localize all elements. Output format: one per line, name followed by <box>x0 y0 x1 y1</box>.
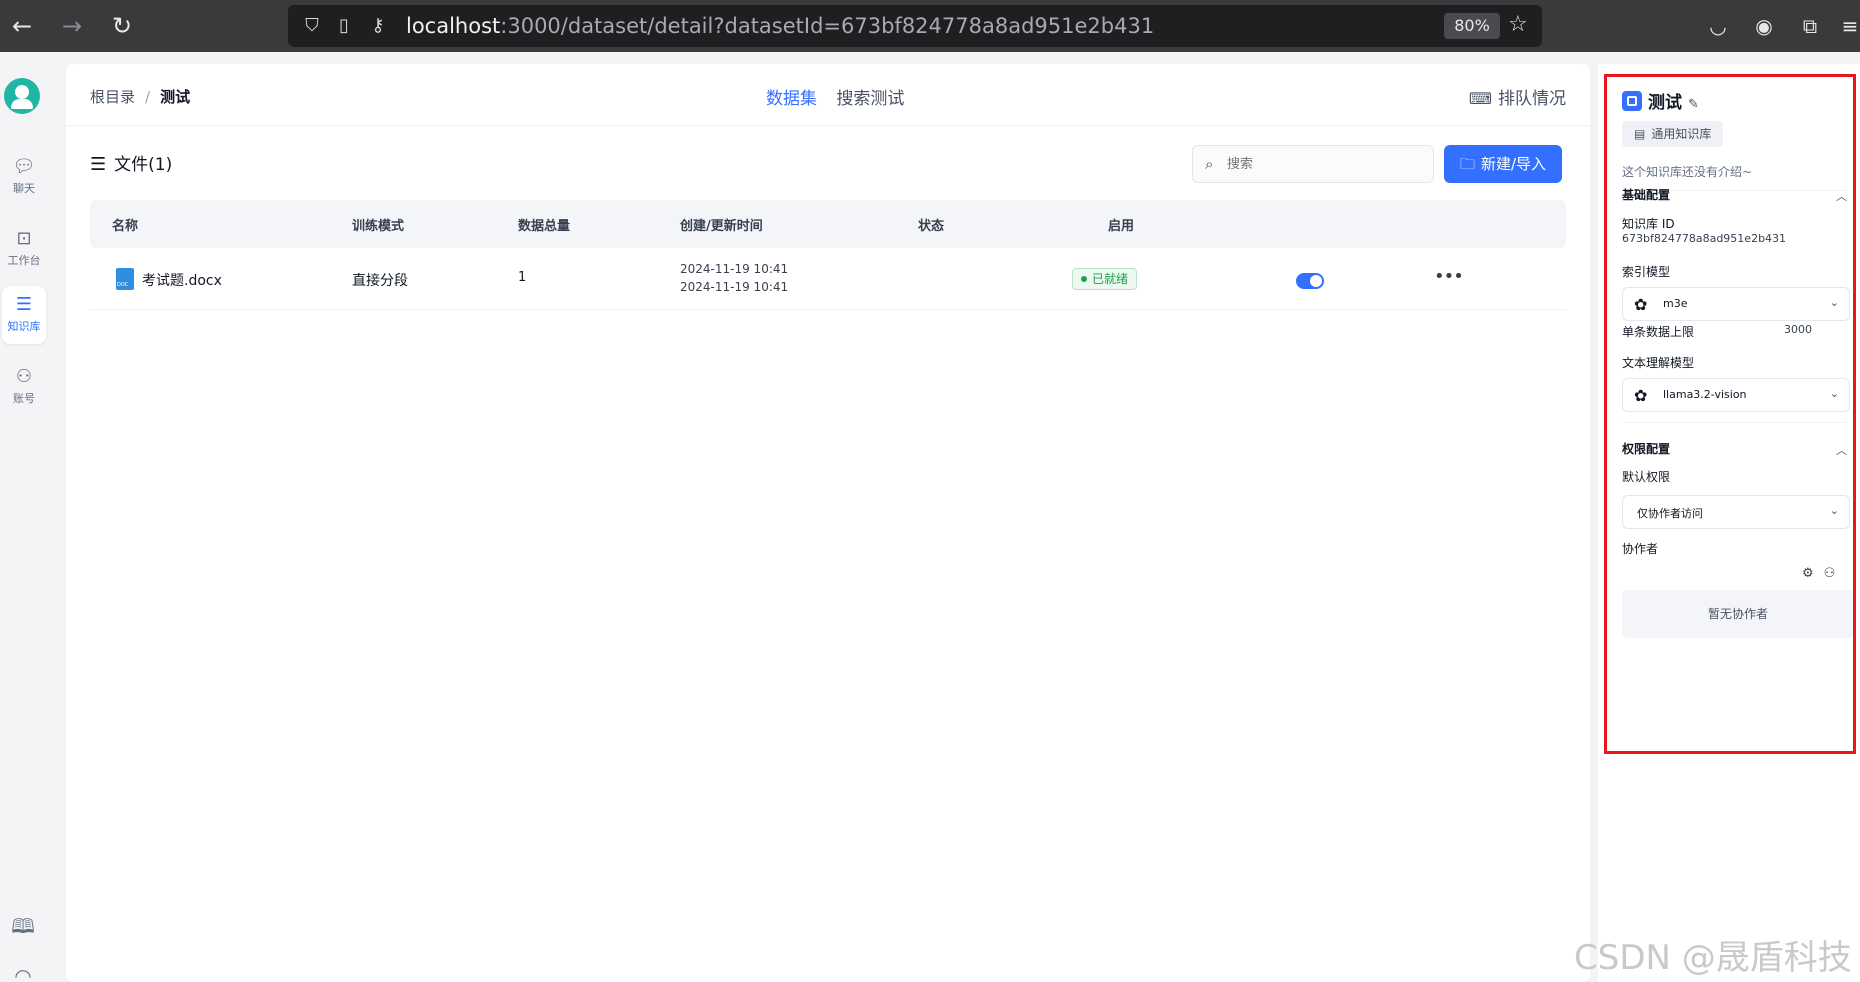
table-row[interactable]: 考试题.docx 直接分段 1 2024-11-19 10:41 2024-11… <box>90 248 1566 310</box>
nav-item-label: 聊天 <box>13 182 35 195</box>
status-dot <box>1081 276 1087 282</box>
queue-status-button[interactable]: ⌨︎ 排队情况 <box>1469 84 1566 109</box>
nav-item-label: 知识库 <box>7 320 41 333</box>
dataset-header: 根目录 / 测试 数据集 搜索测试 ⌨︎ 排队情况 <box>66 64 1590 126</box>
search-input[interactable] <box>1227 153 1423 175</box>
left-nav-rail: 💬︎ 聊天 ⊡ 工作台 ☰ 知识库 ⚇ 账号 🕮︎ ◠ <box>0 52 64 982</box>
training-mode: 直接分段 <box>352 273 408 289</box>
shield-icon[interactable]: ⛉ <box>300 14 324 38</box>
watermark: CSDN @晟盾科技 <box>1574 938 1852 978</box>
files-heading: ☰ 文件(1) <box>90 150 172 175</box>
files-count-label: 文件(1) <box>114 155 173 175</box>
docs-book-icon[interactable]: 🕮︎ <box>10 912 36 938</box>
github-icon[interactable]: ◠ <box>10 964 36 982</box>
status-text: 已就绪 <box>1092 272 1129 286</box>
status-badge: 已就绪 <box>1072 268 1138 290</box>
breadcrumb-current: 测试 <box>160 88 191 106</box>
breadcrumb: 根目录 / 测试 <box>90 86 190 107</box>
menu-icon[interactable]: ≡ <box>1836 12 1860 40</box>
docx-file-icon <box>116 268 134 290</box>
queue-label: 排队情况 <box>1498 89 1566 109</box>
nav-item-chat[interactable]: 💬︎ 聊天 <box>2 148 46 206</box>
address-bar[interactable]: ⛉ ▯ ⚷ localhost:3000/dataset/detail?data… <box>288 5 1542 47</box>
nav-item-knowledge-base[interactable]: ☰ 知识库 <box>2 286 46 344</box>
user-avatar[interactable] <box>4 78 40 114</box>
breadcrumb-root[interactable]: 根目录 <box>90 88 135 106</box>
tab-search-test[interactable]: 搜索测试 <box>836 84 904 109</box>
column-header-mode: 训练模式 <box>352 219 405 234</box>
new-import-label: 新建/导入 <box>1480 155 1547 173</box>
column-header-time: 创建/更新时间 <box>680 219 763 234</box>
key-icon[interactable]: ⚷ <box>366 14 390 38</box>
file-search-box[interactable]: ⌕ <box>1192 145 1434 183</box>
column-header-count: 数据总量 <box>518 219 571 234</box>
file-name[interactable]: 考试题.docx <box>142 270 222 290</box>
dataset-main-panel: 根目录/测试 数据集 搜索测试 ⌨︎排队情况 ☰文件(1) ⌕ 🗀︎新建/导入 … <box>66 64 1590 982</box>
breadcrumb-separator: / <box>145 88 151 106</box>
data-count: 1 <box>518 270 527 285</box>
bookmark-star-icon[interactable]: ☆ <box>1508 12 1528 37</box>
highlight-frame <box>1604 74 1856 754</box>
folder-add-icon: 🗀︎ <box>1459 155 1475 173</box>
database-icon: ☰ <box>15 294 33 315</box>
back-icon[interactable]: ← <box>6 10 38 42</box>
url-text[interactable]: localhost:3000/dataset/detail?datasetId=… <box>406 14 1154 38</box>
search-icon: ⌕ <box>1205 155 1214 173</box>
table-header: 名称 训练模式 数据总量 创建/更新时间 状态 启用 <box>90 200 1566 248</box>
pocket-icon[interactable]: ◡ <box>1704 12 1732 40</box>
zoom-level[interactable]: 80% <box>1444 13 1500 39</box>
browser-toolbar: ← → ↻ ⛉ ▯ ⚷ localhost:3000/dataset/detai… <box>0 0 1860 52</box>
robot-icon: ⊡ <box>16 228 32 249</box>
column-header-name: 名称 <box>112 219 139 234</box>
queue-chart-icon: ⌨︎ <box>1468 89 1492 108</box>
more-options-icon[interactable]: ••• <box>1434 266 1464 287</box>
new-import-button[interactable]: 🗀︎ 新建/导入 <box>1444 145 1562 183</box>
tab-dataset[interactable]: 数据集 <box>766 84 817 109</box>
extensions-icon[interactable]: ⧉ <box>1796 12 1824 40</box>
file-table: 名称 训练模式 数据总量 创建/更新时间 状态 启用 考试题.docx 直接分段… <box>90 200 1566 310</box>
nav-item-label: 工作台 <box>7 254 41 267</box>
nav-item-label: 账号 <box>13 392 35 405</box>
page-icon: ▯ <box>339 15 349 36</box>
updated-time: 2024-11-19 10:41 <box>680 280 789 294</box>
created-time: 2024-11-19 10:41 <box>680 262 789 276</box>
user-icon: ⚇ <box>15 366 33 387</box>
forward-icon[interactable]: → <box>56 10 88 42</box>
list-icon: ☰ <box>90 154 107 175</box>
nav-item-workbench[interactable]: ⊡ 工作台 <box>2 220 46 278</box>
chat-icon: 💬︎ <box>12 156 36 177</box>
column-header-status: 状态 <box>918 219 945 234</box>
account-icon[interactable]: ◉ <box>1750 12 1778 40</box>
enable-toggle[interactable] <box>1296 273 1324 289</box>
dataset-tabs: 数据集 搜索测试 <box>766 84 918 109</box>
column-header-enabled: 启用 <box>1108 219 1135 234</box>
nav-item-account[interactable]: ⚇ 账号 <box>2 358 46 416</box>
reload-icon[interactable]: ↻ <box>106 10 138 42</box>
